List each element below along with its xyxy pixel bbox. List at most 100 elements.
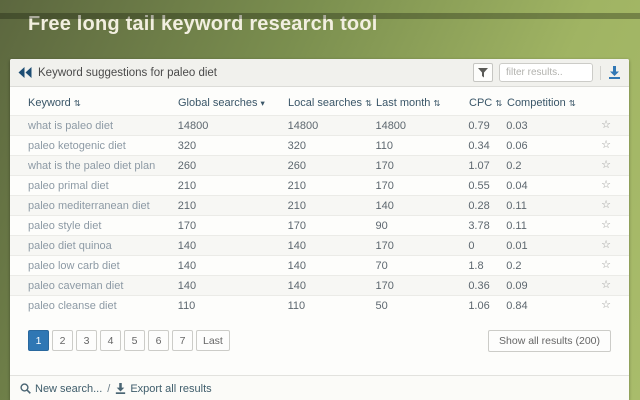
last-month-cell: 70	[375, 260, 468, 272]
competition-cell: 0.11	[506, 200, 601, 212]
keyword-cell[interactable]: paleo low carb diet	[28, 260, 178, 272]
table-body: what is paleo diet 14800 14800 14800 0.7…	[10, 115, 629, 315]
last-month-cell: 170	[375, 280, 468, 292]
local-searches-cell: 140	[288, 260, 376, 272]
table-row[interactable]: paleo low carb diet 140 140 70 1.8 0.2 ☆	[10, 255, 629, 275]
global-searches-cell: 210	[178, 200, 288, 212]
column-header-last-month[interactable]: Last month ⇅	[376, 97, 469, 109]
column-label: Competition	[507, 97, 566, 109]
local-searches-cell: 110	[288, 300, 376, 312]
footer-separator: /	[107, 383, 110, 395]
table-row[interactable]: paleo ketogenic diet 320 320 110 0.34 0.…	[10, 135, 629, 155]
column-label: Global searches	[178, 97, 258, 109]
keyword-cell[interactable]: paleo cleanse diet	[28, 300, 178, 312]
global-searches-cell: 14800	[178, 120, 288, 132]
table-row[interactable]: paleo cleanse diet 110 110 50 1.06 0.84 …	[10, 295, 629, 315]
page-button[interactable]: 5	[124, 330, 145, 351]
filter-input[interactable]	[499, 63, 593, 82]
cpc-cell: 0.28	[468, 200, 506, 212]
page-button[interactable]: 6	[148, 330, 169, 351]
cpc-cell: 0	[468, 240, 506, 252]
keyword-cell[interactable]: paleo diet quinoa	[28, 240, 178, 252]
column-label: CPC	[469, 97, 492, 109]
table-row[interactable]: paleo caveman diet 140 140 170 0.36 0.09…	[10, 275, 629, 295]
column-label: Last month	[376, 97, 430, 109]
global-searches-cell: 320	[178, 140, 288, 152]
page-button[interactable]: 3	[76, 330, 97, 351]
competition-cell: 0.11	[506, 220, 601, 232]
global-searches-cell: 210	[178, 180, 288, 192]
local-searches-cell: 260	[288, 160, 376, 172]
keyword-cell[interactable]: paleo caveman diet	[28, 280, 178, 292]
page-button[interactable]: 2	[52, 330, 73, 351]
favorite-star-icon[interactable]: ☆	[601, 120, 611, 131]
favorite-star-icon[interactable]: ☆	[601, 240, 611, 251]
table-row[interactable]: what is paleo diet 14800 14800 14800 0.7…	[10, 115, 629, 135]
favorite-star-icon[interactable]: ☆	[601, 260, 611, 271]
table-row[interactable]: paleo diet quinoa 140 140 170 0 0.01 ☆	[10, 235, 629, 255]
local-searches-cell: 170	[288, 220, 376, 232]
competition-cell: 0.84	[506, 300, 601, 312]
local-searches-cell: 210	[288, 200, 376, 212]
sort-icon: ⇅	[495, 98, 502, 109]
keyword-cell[interactable]: what is paleo diet	[28, 120, 178, 132]
export-all-results-link[interactable]: Export all results	[115, 383, 211, 395]
table-row[interactable]: paleo mediterranean diet 210 210 140 0.2…	[10, 195, 629, 215]
favorite-star-icon[interactable]: ☆	[601, 220, 611, 231]
column-label: Keyword	[28, 97, 71, 109]
filter-button[interactable]	[473, 63, 493, 82]
table-row[interactable]: what is the paleo diet plan 260 260 170 …	[10, 155, 629, 175]
keyword-cell[interactable]: paleo mediterranean diet	[28, 200, 178, 212]
new-search-label: New search...	[35, 383, 102, 395]
back-rewind-icon[interactable]	[18, 67, 32, 78]
competition-cell: 0.06	[506, 140, 601, 152]
sort-icon: ⇅	[433, 98, 440, 109]
keyword-cell[interactable]: paleo ketogenic diet	[28, 140, 178, 152]
download-results-icon[interactable]	[608, 66, 621, 79]
keyword-cell[interactable]: paleo style diet	[28, 220, 178, 232]
last-month-cell: 50	[375, 300, 468, 312]
show-all-results-button[interactable]: Show all results (200)	[488, 330, 611, 352]
global-searches-cell: 140	[178, 260, 288, 272]
global-searches-cell: 170	[178, 220, 288, 232]
last-month-cell: 110	[375, 140, 468, 152]
last-month-cell: 14800	[375, 120, 468, 132]
last-month-cell: 90	[375, 220, 468, 232]
column-header-competition[interactable]: Competition ⇅	[507, 97, 602, 109]
toolbar-separator	[600, 66, 601, 80]
column-header-cpc[interactable]: CPC ⇅	[469, 97, 507, 109]
column-header-local-searches[interactable]: Local searches ⇅	[288, 97, 376, 109]
local-searches-cell: 210	[288, 180, 376, 192]
local-searches-cell: 14800	[288, 120, 376, 132]
keyword-cell[interactable]: what is the paleo diet plan	[28, 160, 178, 172]
toolbar: Keyword suggestions for paleo diet	[10, 59, 629, 87]
column-header-keyword[interactable]: Keyword ⇅	[28, 97, 178, 109]
page-button[interactable]: 1	[28, 330, 49, 351]
competition-cell: 0.09	[506, 280, 601, 292]
page-button[interactable]: 7	[172, 330, 193, 351]
page-button[interactable]: Last	[196, 330, 230, 351]
favorite-star-icon[interactable]: ☆	[601, 160, 611, 171]
global-searches-cell: 110	[178, 300, 288, 312]
results-panel: Keyword suggestions for paleo diet Keywo…	[10, 59, 629, 400]
sort-icon: ⇅	[365, 98, 372, 109]
page-button[interactable]: 4	[100, 330, 121, 351]
cpc-cell: 1.8	[468, 260, 506, 272]
favorite-star-icon[interactable]: ☆	[601, 280, 611, 291]
search-icon	[20, 383, 31, 394]
table-row[interactable]: paleo style diet 170 170 90 3.78 0.11 ☆	[10, 215, 629, 235]
favorite-star-icon[interactable]: ☆	[601, 300, 611, 311]
column-header-global-searches[interactable]: Global searches ▾	[178, 97, 288, 109]
cpc-cell: 0.79	[468, 120, 506, 132]
table-row[interactable]: paleo primal diet 210 210 170 0.55 0.04 …	[10, 175, 629, 195]
panel-footer: New search... / Export all results	[10, 375, 629, 400]
top-strip	[0, 13, 640, 19]
global-searches-cell: 140	[178, 240, 288, 252]
favorite-star-icon[interactable]: ☆	[601, 140, 611, 151]
favorite-star-icon[interactable]: ☆	[601, 180, 611, 191]
last-month-cell: 140	[375, 200, 468, 212]
keyword-cell[interactable]: paleo primal diet	[28, 180, 178, 192]
new-search-link[interactable]: New search...	[20, 383, 102, 395]
favorite-star-icon[interactable]: ☆	[601, 200, 611, 211]
global-searches-cell: 140	[178, 280, 288, 292]
